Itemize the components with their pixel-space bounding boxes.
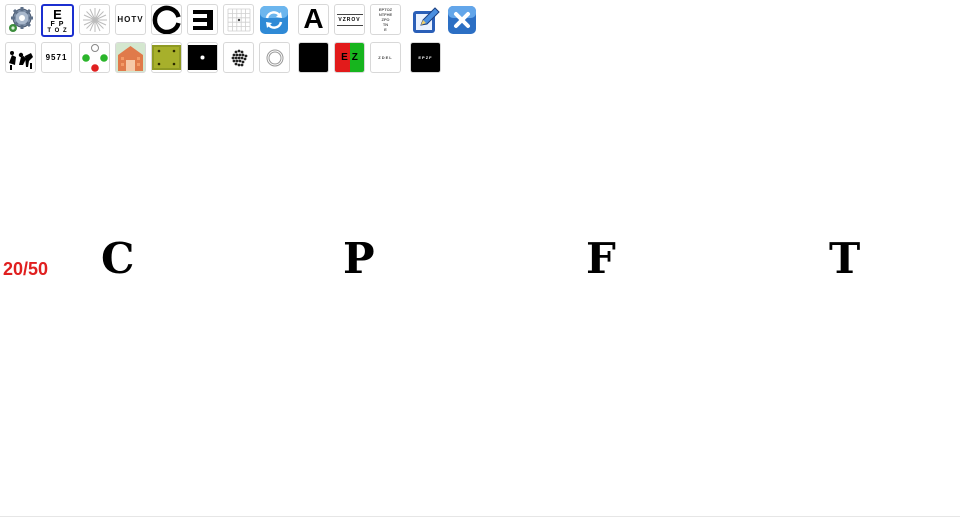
amsler-grid-icon bbox=[226, 7, 252, 33]
amsler-grid-button[interactable] bbox=[223, 4, 254, 35]
astigmatism-fan-button[interactable] bbox=[79, 4, 110, 35]
snellen-line-1: E bbox=[53, 6, 62, 22]
tumbling-e-icon bbox=[189, 6, 217, 34]
chart-letter-2: P bbox=[343, 234, 375, 283]
number-chart-button[interactable]: 9571 bbox=[41, 42, 72, 73]
settings-gear-icon bbox=[6, 5, 35, 34]
fixation-dot-icon bbox=[188, 43, 217, 72]
inverse-line-icon: EPZF bbox=[411, 43, 440, 72]
landolt-c-button[interactable] bbox=[151, 4, 182, 35]
pyramid-chart-button[interactable]: EPTOZ NTFHE ZFO TN E bbox=[370, 4, 401, 35]
line-chart-icon: VZROV bbox=[336, 13, 363, 26]
line-chart-bottom-bar bbox=[336, 24, 363, 26]
inverse-line-button[interactable]: EPZF bbox=[410, 42, 441, 73]
edit-button[interactable] bbox=[410, 4, 441, 35]
black-screen-icon bbox=[299, 43, 328, 72]
letter-size-button[interactable]: A bbox=[298, 4, 329, 35]
dot-cluster-icon bbox=[225, 44, 253, 72]
astigmatism-fan-icon bbox=[81, 6, 109, 34]
chart-letter-1: C bbox=[101, 234, 135, 283]
letter-a-size-icon: A bbox=[303, 4, 324, 34]
black-screen-button[interactable] bbox=[298, 42, 329, 73]
hotv-chart-icon: HOTV bbox=[117, 15, 144, 24]
close-button[interactable] bbox=[446, 4, 477, 35]
fixation-dot-button[interactable] bbox=[187, 42, 218, 73]
inverse-line-text: EPZF bbox=[418, 55, 433, 60]
mini-line-button[interactable]: ZDEL bbox=[370, 42, 401, 73]
concentric-circle-icon bbox=[261, 44, 289, 72]
snellen-chart-button[interactable]: E F P T O Z bbox=[41, 4, 74, 37]
refresh-button[interactable] bbox=[258, 4, 289, 35]
duochrome-text: EZ bbox=[341, 52, 362, 63]
worth-4-dot-icon bbox=[80, 43, 109, 72]
red-green-duochrome-button[interactable]: EZ bbox=[334, 42, 365, 73]
chart-letter-4: T bbox=[829, 234, 861, 283]
tumbling-e-button[interactable] bbox=[187, 4, 218, 35]
close-icon bbox=[447, 5, 476, 34]
acuity-label: 20/50 bbox=[3, 259, 49, 279]
number-chart-icon: 9571 bbox=[45, 53, 68, 62]
picture-chart-button[interactable] bbox=[5, 42, 36, 73]
line-chart-text: VZROV bbox=[338, 16, 361, 23]
landolt-c-icon bbox=[152, 5, 181, 34]
picture-chart-icon bbox=[6, 43, 35, 72]
settings-button[interactable] bbox=[5, 4, 36, 35]
worth-4-dot-button[interactable] bbox=[79, 42, 110, 73]
pyramid-chart-icon: EPTOZ NTFHE ZFO TN E bbox=[379, 7, 392, 32]
hotv-chart-button[interactable]: HOTV bbox=[115, 4, 146, 35]
concentric-circle-button[interactable] bbox=[259, 42, 290, 73]
house-target-button[interactable] bbox=[115, 42, 146, 73]
dot-field-button[interactable] bbox=[151, 42, 182, 73]
red-green-duochrome-icon: EZ bbox=[335, 43, 364, 72]
edit-icon bbox=[411, 5, 440, 34]
refresh-icon bbox=[259, 5, 288, 34]
snellen-line-3: T O Z bbox=[47, 27, 68, 34]
house-target-icon bbox=[116, 43, 145, 72]
chart-letter-3: F bbox=[586, 234, 616, 283]
snellen-line-2: F P bbox=[50, 20, 65, 28]
dot-cluster-button[interactable] bbox=[223, 42, 254, 73]
mini-line-icon: ZDEL bbox=[378, 55, 393, 60]
bottom-divider bbox=[0, 516, 960, 517]
dot-field-icon bbox=[152, 43, 181, 72]
line-chart-button[interactable]: VZROV bbox=[334, 4, 365, 35]
pyramid-line-5: E bbox=[384, 27, 387, 32]
snellen-chart-icon: E F P T O Z bbox=[47, 8, 67, 34]
line-chart-top-bar bbox=[336, 13, 363, 15]
